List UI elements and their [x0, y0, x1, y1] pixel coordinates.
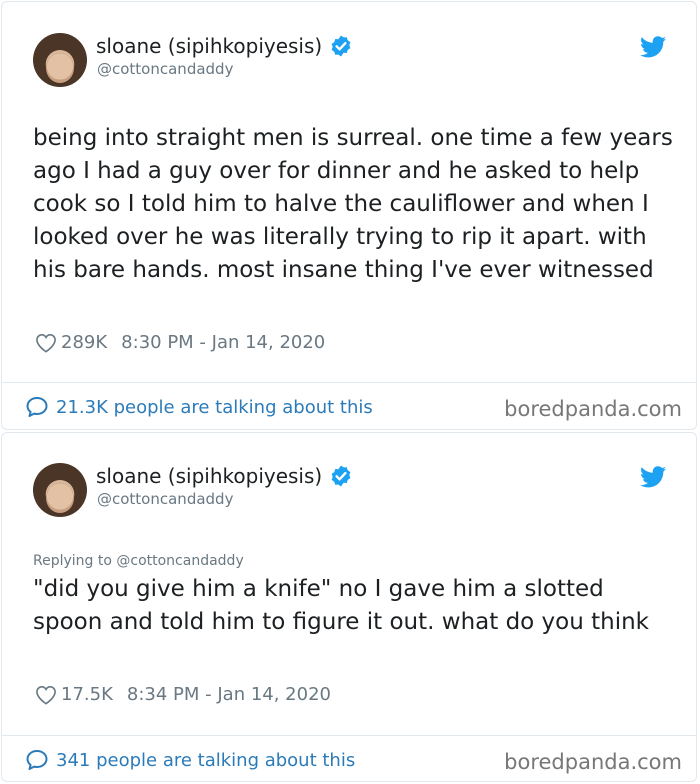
watermark: boredpanda.com	[504, 397, 682, 421]
tweet-card[interactable]: sloane (sipihkopiyesis) @cottoncandaddy …	[1, 432, 697, 782]
tweet-card[interactable]: sloane (sipihkopiyesis) @cottoncandaddy …	[1, 1, 697, 430]
author-name[interactable]: sloane (sipihkopiyesis)	[96, 34, 322, 58]
twitter-bird-icon[interactable]	[640, 36, 666, 58]
avatar[interactable]	[33, 33, 87, 87]
talking-link[interactable]: 21.3K people are talking about this	[25, 395, 373, 419]
tweet-meta: 17.5K 8:34 PM - Jan 14, 2020	[35, 684, 331, 705]
author-handle[interactable]: @cottoncandaddy	[97, 60, 233, 78]
author-row: sloane (sipihkopiyesis)	[96, 464, 353, 488]
verified-badge-icon	[331, 465, 351, 487]
twitter-bird-icon[interactable]	[640, 466, 666, 488]
tweet-text: "did you give him a knife" no I gave him…	[33, 576, 650, 635]
speech-bubble-icon	[26, 750, 48, 770]
talking-text[interactable]: 341 people are talking about this	[56, 750, 355, 771]
divider	[2, 735, 696, 736]
tweet-text: being into straight men is surreal. one …	[33, 125, 673, 283]
like-count[interactable]: 17.5K	[61, 684, 113, 705]
verified-badge-icon	[331, 35, 351, 57]
timestamp[interactable]: 8:30 PM - Jan 14, 2020	[121, 332, 325, 353]
talking-text[interactable]: 21.3K people are talking about this	[56, 397, 373, 418]
heart-icon[interactable]	[35, 685, 57, 705]
author-name[interactable]: sloane (sipihkopiyesis)	[96, 464, 322, 488]
like-count[interactable]: 289K	[61, 332, 107, 353]
timestamp[interactable]: 8:34 PM - Jan 14, 2020	[127, 684, 331, 705]
tweet-meta: 289K 8:30 PM - Jan 14, 2020	[35, 332, 325, 353]
author-row: sloane (sipihkopiyesis)	[96, 34, 353, 58]
avatar[interactable]	[33, 463, 87, 517]
divider	[2, 382, 696, 383]
author-handle[interactable]: @cottoncandaddy	[97, 490, 233, 508]
heart-icon[interactable]	[35, 333, 57, 353]
replying-to[interactable]: Replying to @cottoncandaddy	[33, 553, 244, 569]
talking-link[interactable]: 341 people are talking about this	[25, 748, 355, 772]
watermark: boredpanda.com	[504, 750, 682, 774]
speech-bubble-icon	[26, 397, 48, 417]
